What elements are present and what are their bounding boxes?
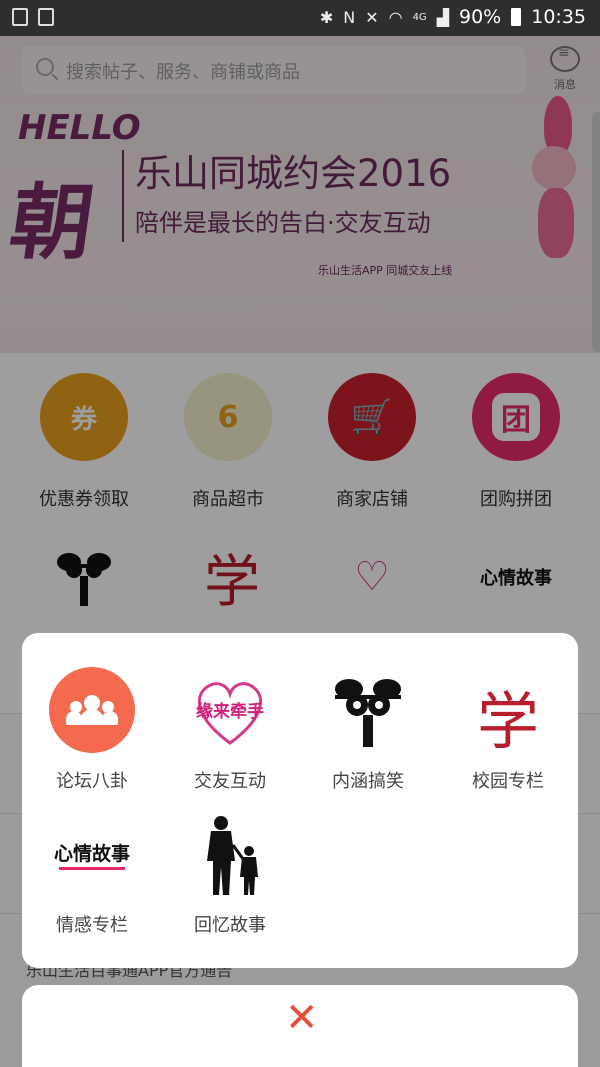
close-icon: ✕ xyxy=(285,995,319,1041)
sheet-item-label: 交友互动 xyxy=(194,771,266,792)
close-sheet-button[interactable]: ✕ xyxy=(22,985,578,1067)
funny-dog-icon xyxy=(325,667,411,753)
mute-icon: ✕ xyxy=(365,7,379,27)
heart-story-icon: 心情故事 xyxy=(49,811,135,897)
dating-art-text: 缘来牵手 xyxy=(196,702,264,722)
sheet-item-dating[interactable]: 缘来牵手 交友互动 xyxy=(180,667,280,793)
wifi-icon: ◠ xyxy=(388,7,403,27)
memory-silhouette-icon xyxy=(187,811,273,897)
campus-char-icon: 学 xyxy=(465,667,551,758)
bluetooth-icon: ✱ xyxy=(319,7,334,27)
campus-art-text: 学 xyxy=(476,685,539,758)
sheet-item-label: 回忆故事 xyxy=(194,915,266,936)
gallery-notification-icon xyxy=(12,8,28,26)
sheet-item-label: 论坛八卦 xyxy=(56,771,128,792)
network-type: 4G xyxy=(412,11,427,23)
sim-notification-icon xyxy=(38,8,54,26)
signal-icon: ▟ xyxy=(436,7,449,27)
dating-heart-icon: 缘来牵手 xyxy=(187,667,273,753)
sheet-item-forum[interactable]: 论坛八卦 xyxy=(42,667,142,793)
battery-percent: 90% xyxy=(459,6,502,28)
nfc-icon: N xyxy=(343,7,356,27)
sheet-item-label: 校园专栏 xyxy=(472,771,544,792)
sheet-item-funny[interactable]: 内涵搞笑 xyxy=(318,667,418,793)
category-sheet: 论坛八卦 缘来牵手 交友互动 内涵搞笑 学 校园专栏 心情故事 情感专栏 回忆故… xyxy=(22,633,578,968)
status-bar: ✱ N ✕ ◠ 4G ▟ 90% 10:35 xyxy=(0,0,600,36)
sheet-item-label: 情感专栏 xyxy=(56,915,128,936)
clock: 10:35 xyxy=(531,6,586,28)
battery-icon xyxy=(511,8,522,26)
sheet-item-memory[interactable]: 回忆故事 xyxy=(180,811,280,937)
forum-people-icon xyxy=(49,667,135,753)
sheet-item-campus[interactable]: 学 校园专栏 xyxy=(458,667,558,793)
emotion-art-text: 心情故事 xyxy=(53,843,130,865)
sheet-item-label: 内涵搞笑 xyxy=(332,771,404,792)
sheet-item-emotion[interactable]: 心情故事 情感专栏 xyxy=(42,811,142,937)
